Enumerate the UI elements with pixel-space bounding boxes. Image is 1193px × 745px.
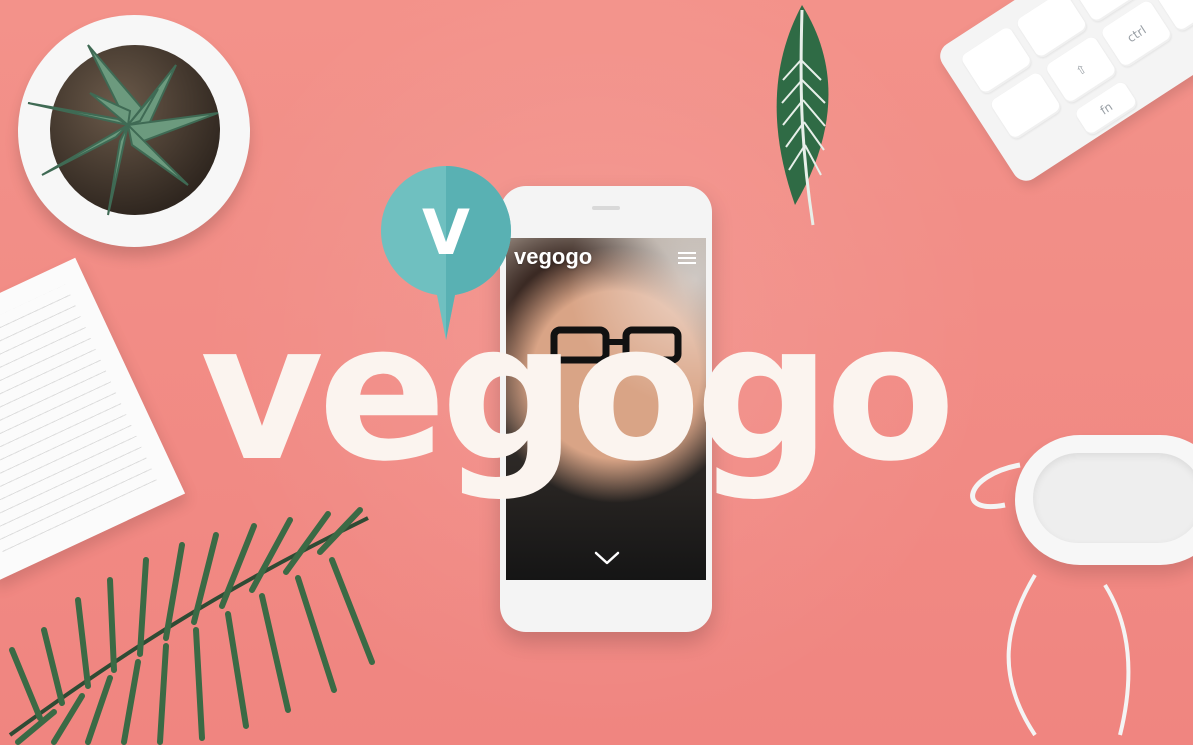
- leaf-decoration: [776, 5, 829, 226]
- succulent-icon: [27, 44, 219, 216]
- phone-app-logo[interactable]: vegogo: [514, 244, 592, 270]
- brand-wordmark-text: vegogo: [200, 282, 950, 503]
- keyboard-decoration: ⇧ ctrl fn: [934, 0, 1193, 187]
- map-pin-icon: V: [381, 166, 511, 340]
- hamburger-menu-icon[interactable]: [678, 252, 696, 264]
- brand-wordmark: vegogo: [200, 282, 956, 503]
- headphones-decoration: [970, 395, 1193, 737]
- phone-speaker: [592, 206, 620, 210]
- hero-scene: ⇧ ctrl fn vegogo vegogo V: [0, 0, 1193, 745]
- pin-badge-letter: V: [422, 196, 470, 269]
- plant-pot-decoration: [18, 15, 250, 247]
- chevron-down-icon[interactable]: [594, 550, 620, 566]
